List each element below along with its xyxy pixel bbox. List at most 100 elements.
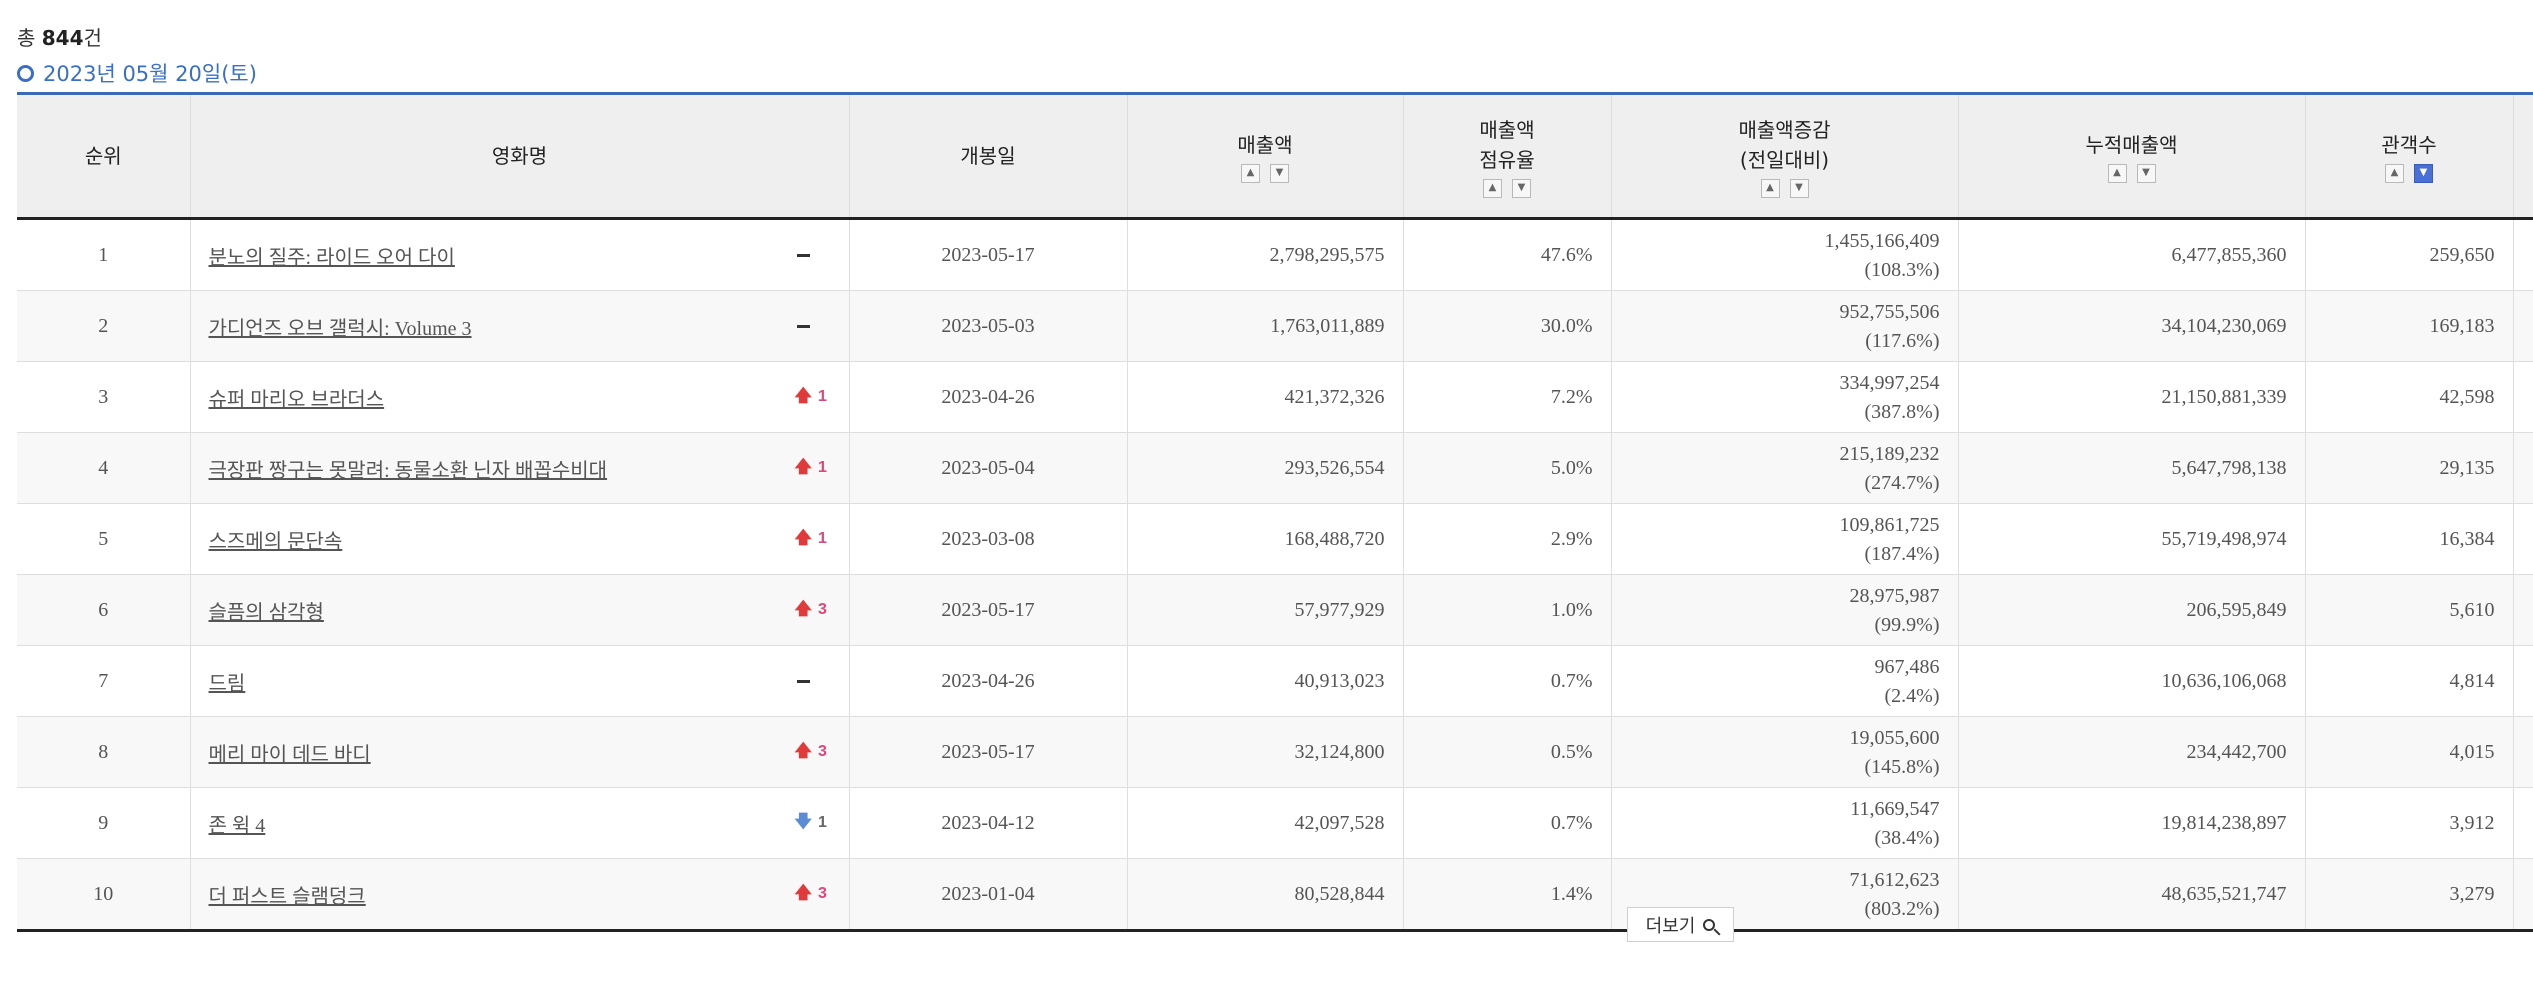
sort-desc-button[interactable]: ▼ [1789,178,1809,198]
sales-cell: 2,798,295,575 [1126,218,1403,291]
header-change: 매출액증감 (전일대비) ▲ ▼ [1610,92,1958,220]
share-cell: 1.4% [1402,858,1611,932]
change-percent: (108.3%) [1864,259,1940,281]
rank-cell: 6 [17,574,190,646]
movie-title-link[interactable]: 가디언즈 오브 갤럭시: Volume 3 [209,312,472,341]
sort-asc-button[interactable]: ▲ [1483,178,1502,198]
title-cell: 분노의 질주: 라이드 오어 다이 [189,218,849,291]
rank-change: 🡅 1 [795,454,831,483]
change-percent: (145.8%) [1864,756,1940,778]
change-cell: 109,861,725 (187.4%) [1610,503,1958,575]
title-cell: 스즈메의 문단속 🡅 1 [189,503,849,575]
share-cell: 0.7% [1402,645,1611,717]
movie-title-link[interactable]: 더 퍼스트 슬램덩크 [209,880,366,909]
change-amount: 28,975,987 [1849,585,1940,607]
change-amount: 19,055,600 [1849,727,1940,749]
share-cell: 1.0% [1402,574,1611,646]
sort-desc-button[interactable]: ▼ [1512,178,1531,198]
release-date-cell: 2023-05-17 [848,574,1127,646]
rank-cell: 10 [17,858,190,932]
header-share-line2: 점유율 [1479,147,1535,172]
sort-desc-button[interactable]: ▼ [2136,163,2156,183]
table-header-row: 순위 영화명 개봉일 매출액 ▲ ▼ 매출액 점유율 ▲ ▼ 매출액증감 (전일… [17,92,2533,220]
change-cell: 19,055,600 (145.8%) [1610,716,1958,788]
date-heading: 2023년 05월 20일(토) [17,58,257,88]
sales-sort: ▲ ▼ [1128,163,1403,183]
movie-title-link[interactable]: 메리 마이 데드 바디 [209,738,371,767]
title-cell: 존 윅 4 🡇 1 [189,787,849,859]
table-row: 10 더 퍼스트 슬램덩크 🡅 3 2023-01-04 80,528,844 1.4% 71… [17,858,2533,932]
rank-change: 🡅 3 [795,596,831,625]
sort-asc-button[interactable]: ▲ [2107,163,2127,183]
release-date-cell: 2023-04-12 [848,787,1127,859]
change-percent: (99.9%) [1874,614,1940,636]
change-percent: (387.8%) [1864,401,1940,423]
sales-cell: 1,763,011,889 [1126,290,1403,362]
arrow-up-icon: 🡅 [794,385,812,405]
dash-icon [796,679,810,683]
rank-change [795,679,831,683]
arrow-up-icon: 🡅 [794,456,812,476]
rank-cell: 1 [17,218,190,291]
sort-asc-button[interactable]: ▲ [2385,163,2404,183]
movie-title-link[interactable]: 슬픔의 삼각형 [209,596,324,625]
audience-cell: 5,610 [2304,574,2513,646]
share-cell: 7.2% [1402,361,1611,433]
sort-asc-button[interactable]: ▲ [1241,163,1260,183]
sort-desc-button[interactable]: ▼ [1270,163,1289,183]
share-cell: 2.9% [1402,503,1611,575]
date-label: 2023년 05월 20일(토) [43,62,257,86]
table-row: 3 슈퍼 마리오 브라더스 🡅 1 2023-04-26 421,372,326 7.2% 3… [17,361,2533,433]
header-share-line1: 매출액 [1479,117,1535,142]
change-cell: 334,997,254 (387.8%) [1610,361,1958,433]
header-sales: 매출액 ▲ ▼ [1126,92,1403,220]
movie-title-link[interactable]: 스즈메의 문단속 [209,525,343,554]
change-sort: ▲ ▼ [1612,178,1958,198]
table-row: 5 스즈메의 문단속 🡅 1 2023-03-08 168,488,720 2.9% 109,… [17,503,2533,575]
header-rank: 순위 [17,92,190,220]
header-audience-label: 관객수 [2381,132,2437,157]
share-cell: 0.7% [1402,787,1611,859]
title-cell: 메리 마이 데드 바디 🡅 3 [189,716,849,788]
audience-cell: 4,814 [2304,645,2513,717]
overflow-cell [2512,645,2533,717]
movie-title-link[interactable]: 극장판 짱구는 못말려: 동물소환 닌자 배꼽수비대 [209,454,608,483]
audience-cell: 259,650 [2304,218,2513,291]
audience-sort: ▲ ▼ [2306,163,2513,183]
change-amount: 334,997,254 [1839,372,1940,394]
audience-cell: 29,135 [2304,432,2513,504]
audience-cell: 169,183 [2304,290,2513,362]
more-button-label: 더보기 [1645,915,1696,937]
chevron-up-icon: ▲ [1246,167,1255,178]
sales-cell: 42,097,528 [1126,787,1403,859]
release-date-cell: 2023-05-17 [848,716,1127,788]
share-cell: 47.6% [1402,218,1611,291]
cumulative-cell: 55,719,498,974 [1957,503,2305,575]
rank-change: 🡅 3 [795,880,831,909]
overflow-cell [2512,503,2533,575]
movie-title-link[interactable]: 드림 [209,667,246,696]
movie-title-link[interactable]: 분노의 질주: 라이드 오어 다이 [209,241,455,270]
chevron-up-icon: ▲ [2113,167,2121,178]
movie-title-link[interactable]: 슈퍼 마리오 브라더스 [209,383,385,412]
sort-desc-button-active[interactable]: ▼ [2414,163,2433,183]
overflow-cell [2512,290,2533,362]
sales-cell: 421,372,326 [1126,361,1403,433]
chevron-up-icon: ▲ [1488,182,1497,193]
header-cumulative: 누적매출액 ▲ ▼ [1957,92,2305,220]
sales-cell: 168,488,720 [1126,503,1403,575]
overflow-cell [2512,787,2533,859]
rank-change [795,324,831,328]
movie-title-link[interactable]: 존 윅 4 [209,809,266,838]
change-percent: (274.7%) [1864,472,1940,494]
more-button[interactable]: 더보기 [1627,907,1734,942]
rank-change: 🡅 3 [795,738,831,767]
sort-asc-button[interactable]: ▲ [1760,178,1780,198]
rank-change: 🡇 1 [795,809,831,838]
table-row: 8 메리 마이 데드 바디 🡅 3 2023-05-17 32,124,800 0.5% 19… [17,716,2533,788]
cumulative-cell: 234,442,700 [1957,716,2305,788]
title-cell: 극장판 짱구는 못말려: 동물소환 닌자 배꼽수비대 🡅 1 [189,432,849,504]
rank-delta: 3 [817,885,827,902]
total-count: 총 844건 [17,22,102,51]
header-cumulative-label: 누적매출액 [2085,132,2178,157]
